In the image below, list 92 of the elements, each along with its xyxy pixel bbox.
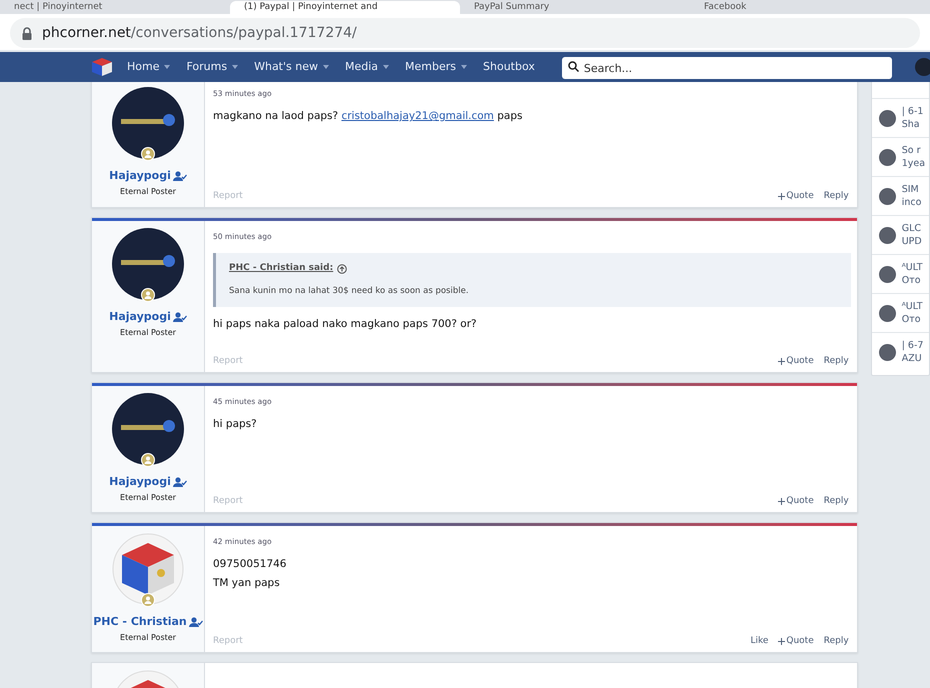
sidebar-item[interactable]: | 6-7 AZU: [872, 332, 929, 371]
nav-link[interactable]: Forums: [186, 58, 238, 76]
sidebar-item[interactable]: | 6-1 Sha: [872, 98, 929, 137]
user-badge-icon: [141, 593, 155, 607]
search-icon: [568, 60, 579, 72]
user-check-icon: [172, 477, 187, 488]
avatar-icon: [112, 228, 184, 300]
thread-title: ᴬULT: [902, 261, 923, 274]
user-check-icon: [188, 617, 203, 628]
username-link[interactable]: Hajaypogi: [109, 474, 171, 490]
avatar-icon: [112, 533, 184, 605]
sidebar-item[interactable]: GLC UPD: [872, 215, 929, 254]
message-text: paps: [496, 109, 522, 124]
thread-meta: Ото: [902, 313, 922, 326]
nav-link[interactable]: Home: [127, 58, 170, 76]
username-link[interactable]: Hajaypogi: [109, 168, 171, 184]
cube-logo-icon[interactable]: [91, 57, 113, 77]
caret-icon: [164, 65, 170, 69]
nav-link[interactable]: What's new: [254, 58, 329, 76]
caret-icon: [383, 65, 390, 69]
search-field[interactable]: Search...: [562, 57, 892, 80]
user-badge-icon: [141, 288, 155, 302]
caret-icon: [322, 65, 329, 69]
thread-meta: UPD: [902, 235, 922, 248]
plus-icon: [778, 638, 786, 645]
email-link[interactable]: cristobalhajay21@gmail.com: [341, 109, 494, 125]
address-bar[interactable]: phcorner.net/conversations/paypal.1717274/: [10, 18, 920, 48]
lock-icon: [22, 26, 32, 40]
user-badge-icon: [141, 147, 155, 161]
caret-icon: [461, 65, 468, 69]
thread-meta: Sha: [902, 118, 921, 131]
plus-icon: [778, 498, 786, 505]
username-link[interactable]: PHC - Christian: [93, 614, 187, 630]
thread-title: | 6-1: [902, 105, 924, 118]
browser-tab[interactable]: nect | Pinoyinternet: [0, 1, 230, 14]
sidebar-item[interactable]: ᴬULT Ото: [872, 293, 929, 332]
sidebar-item[interactable]: SIM inco: [872, 176, 929, 215]
quote-link[interactable]: Quote: [778, 634, 814, 648]
avatar-icon: [112, 87, 184, 159]
quote-link[interactable]: Quote: [778, 354, 814, 368]
reply-link[interactable]: Reply: [824, 494, 849, 508]
url-text: phcorner.net/conversations/paypal.1717274/: [42, 24, 357, 42]
user-badge-icon: [141, 453, 155, 467]
quote-link[interactable]: Quote: [778, 494, 814, 508]
thread-title: ᴬULT: [902, 300, 923, 313]
browser-tab[interactable]: (1) Paypal | Pinoyinternet and: [230, 1, 460, 14]
avatar-icon: [112, 393, 184, 465]
avatar-icon: [878, 148, 896, 166]
quote-text: Sana kunin mo na lahat 30$ need ko as soon as posible.: [229, 284, 470, 298]
reply-link[interactable]: Reply: [824, 190, 849, 203]
browser-tab[interactable]: PayPal Summary: [460, 1, 690, 14]
user-check-icon: [172, 171, 187, 182]
arrow-up-circle-icon: [337, 264, 348, 274]
thread-title: GLC: [902, 222, 922, 235]
user-title: Eternal Poster: [120, 186, 176, 198]
user-title: Eternal Poster: [120, 492, 176, 504]
plus-icon: [778, 192, 786, 200]
quote-author-link[interactable]: PHC - Christian said:: [229, 262, 334, 276]
thread-title: | 6-7: [902, 339, 924, 352]
avatar-icon: [878, 226, 896, 244]
message-text: 09750051746: [213, 557, 286, 572]
avatar-icon: [878, 110, 896, 126]
thread-meta: 1yea: [902, 157, 926, 170]
thread-title: SIM: [902, 183, 920, 196]
nav-link[interactable]: Media: [344, 58, 390, 76]
plus-icon: [778, 358, 786, 365]
avatar-icon: [878, 188, 896, 204]
reply-link[interactable]: Reply: [824, 354, 849, 368]
message-text: hi paps naka paload nako magkano paps 700? or?: [213, 316, 477, 332]
quote-link[interactable]: Quote: [778, 190, 814, 203]
sidebar-item[interactable]: So r 1yea: [872, 137, 929, 176]
nav-link[interactable]: Members: [405, 58, 468, 76]
avatar-icon: [878, 344, 896, 360]
thread-meta: inco: [902, 196, 922, 209]
message-text: magkano na laod paps?: [213, 109, 340, 124]
thread-title: So r: [902, 144, 922, 157]
message-text: hi paps?: [213, 417, 257, 432]
thread-meta: AZU: [902, 352, 923, 365]
like-link[interactable]: Like: [750, 634, 768, 648]
username-link[interactable]: Hajaypogi: [109, 309, 171, 326]
reply-link[interactable]: Reply: [824, 634, 849, 648]
avatar-icon: [878, 304, 896, 322]
user-check-icon: [172, 312, 187, 322]
browser-tab[interactable]: Facebook: [690, 1, 920, 14]
message-text: TM yan paps: [213, 576, 280, 591]
user-title: Eternal Poster: [120, 326, 176, 338]
caret-icon: [232, 65, 238, 69]
user-title: Eternal Poster: [120, 632, 176, 644]
sidebar-item[interactable]: ᴬULT Ото: [872, 254, 929, 293]
nav-link[interactable]: Shoutbox: [483, 58, 535, 76]
avatar-icon: [878, 266, 896, 282]
thread-meta: Ото: [902, 274, 922, 287]
